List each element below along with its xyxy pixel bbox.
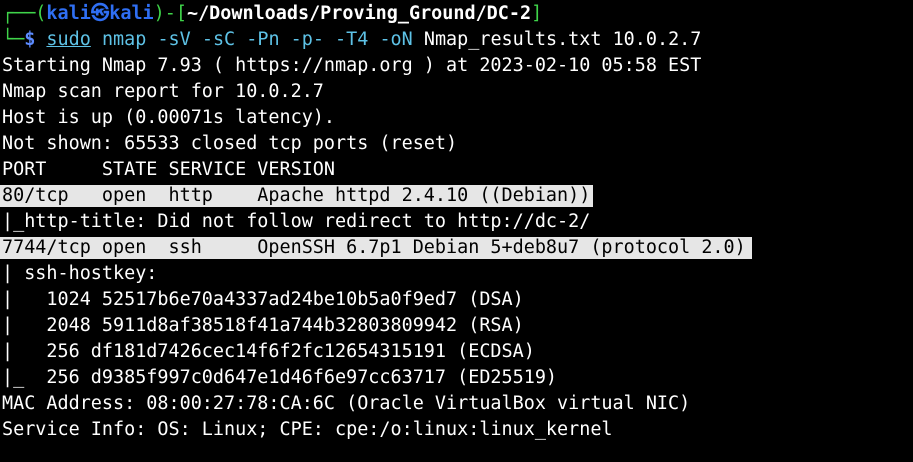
output-port-header: PORT STATE SERVICE VERSION [2, 159, 336, 180]
output-mac-address: MAC Address: 08:00:27:78:CA:6C (Oracle V… [2, 393, 691, 414]
prompt-box-bottom: └─ [2, 29, 25, 50]
prompt-path: ~/Downloads/Proving_Ground/DC-2 [186, 3, 532, 24]
prompt-line-command[interactable]: └─$ sudo nmap -sV -sC -Pn -p- -T4 -oN Nm… [0, 27, 913, 53]
output-service-info: Service Info: OS: Linux; CPE: cpe:/o:lin… [2, 419, 613, 440]
output-port-80-row: 80/tcp open http Apache httpd 2.4.10 ((D… [0, 183, 913, 209]
output-key-rsa: | 2048 5911d8af38518f41a744b32803809942 … [2, 315, 524, 336]
prompt-user: kali [46, 3, 91, 24]
output-port-7744-row: 7744/tcp open ssh OpenSSH 6.7p1 Debian 5… [0, 235, 913, 261]
output-scan-report: Nmap scan report for 10.0.2.7 [2, 81, 324, 102]
command-sudo: sudo [46, 29, 91, 50]
prompt-box-top: ┌──( [2, 3, 47, 24]
prompt-line-top: ┌──(kali㉿kali)-[~/Downloads/Proving_Grou… [0, 1, 913, 27]
output-key-ecdsa: | 256 df181d7426cec14f6f2fc12654315191 (… [2, 341, 535, 362]
output-not-shown: Not shown: 65533 closed tcp ports (reset… [2, 133, 458, 154]
terminal-window[interactable]: ┌──(kali㉿kali)-[~/Downloads/Proving_Grou… [0, 0, 913, 462]
prompt-dollar: $ [24, 29, 36, 50]
output-host-up: Host is up (0.00071s latency). [2, 107, 336, 128]
output-ssh-hostkey: | ssh-hostkey: [2, 263, 158, 284]
prompt-at-icon: ㉿ [90, 3, 110, 24]
command-nmap: nmap -sV -sC -Pn -p- -T4 -oN [101, 29, 413, 50]
output-starting: Starting Nmap 7.93 ( https://nmap.org ) … [2, 55, 702, 76]
output-http-title: |_http-title: Did not follow redirect to… [2, 211, 591, 232]
command-args: Nmap_results.txt 10.0.2.7 [423, 29, 702, 50]
output-key-dsa: | 1024 52517b6e70a4337ad24be10b5a0f9ed7 … [2, 289, 524, 310]
prompt-close: ] [531, 3, 543, 24]
output-port-80-highlight: 80/tcp open http Apache httpd 2.4.10 ((D… [0, 185, 594, 207]
output-port-7744-highlight: 7744/tcp open ssh OpenSSH 6.7p1 Debian 5… [0, 237, 752, 259]
prompt-host: kali [109, 3, 154, 24]
prompt-sep: )-[ [153, 3, 187, 24]
output-key-ed25519: |_ 256 d9385f997c0d647e1d46f6e97cc63717 … [2, 367, 558, 388]
